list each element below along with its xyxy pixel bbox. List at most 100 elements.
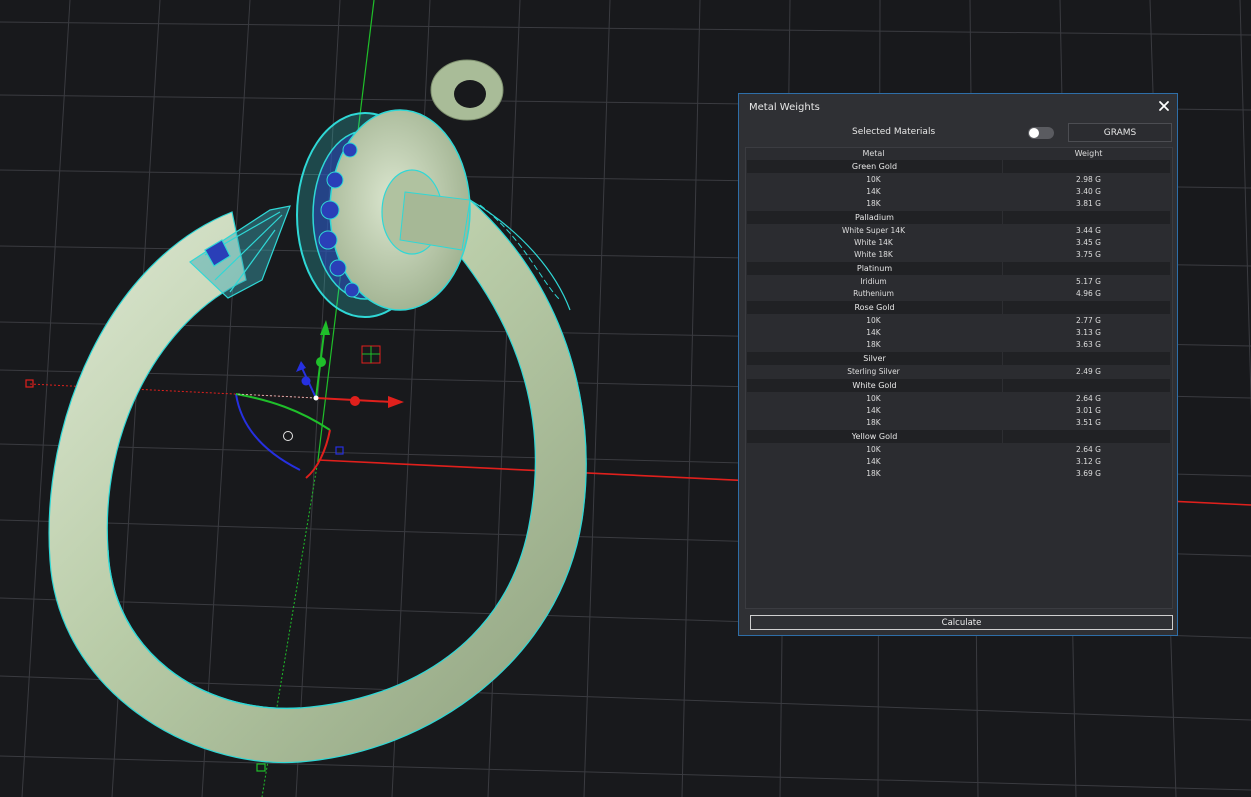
- group-name: Yellow Gold: [851, 432, 898, 441]
- weight-cell: 2.77 G: [1076, 316, 1101, 325]
- table-row[interactable]: 18K 3.51 G: [746, 416, 1172, 428]
- column-divider: [1002, 352, 1003, 365]
- metal-group: White Gold 10K 2.64 G 14K 3.01 G 18K 3.51 G: [746, 379, 1172, 430]
- metal-cell: 10K: [866, 394, 881, 403]
- weight-cell: 3.44 G: [1076, 226, 1101, 235]
- metal-cell: 10K: [866, 445, 881, 454]
- metal-cell: 14K: [866, 328, 881, 337]
- group-name: Green Gold: [851, 162, 898, 171]
- toggle-knob: [1029, 128, 1039, 138]
- table-row[interactable]: 18K 3.81 G: [746, 197, 1172, 209]
- weights-table: Metal Weight Green Gold 10K 2.98 G 14K 3.40 …: [745, 147, 1173, 609]
- column-divider: [1002, 301, 1003, 314]
- table-row[interactable]: 18K 3.69 G: [746, 467, 1172, 479]
- group-header: Palladium: [747, 211, 1170, 224]
- metal-cell: 18K: [866, 340, 881, 349]
- metal-cell: 14K: [866, 406, 881, 415]
- y-handle[interactable]: [316, 357, 326, 367]
- table-row[interactable]: 14K 3.01 G: [746, 404, 1172, 416]
- table-row[interactable]: 18K 3.63 G: [746, 338, 1172, 350]
- weight-cell: 2.64 G: [1076, 445, 1101, 454]
- table-row[interactable]: White 14K 3.45 G: [746, 236, 1172, 248]
- metal-cell: 10K: [866, 175, 881, 184]
- weight-cell: 3.51 G: [1076, 418, 1101, 427]
- table-row[interactable]: Ruthenium 4.96 G: [746, 287, 1172, 299]
- metal-cell: 18K: [866, 199, 881, 208]
- group-header: Silver: [747, 352, 1170, 365]
- group-name: Palladium: [855, 213, 894, 222]
- metal-column-header: Metal: [862, 149, 885, 158]
- group-header: White Gold: [747, 379, 1170, 392]
- metal-group: Palladium White Super 14K 3.44 G White 14K 3…: [746, 211, 1172, 262]
- metal-cell: 14K: [866, 187, 881, 196]
- x-handle[interactable]: [350, 396, 360, 406]
- table-row[interactable]: 14K 3.40 G: [746, 185, 1172, 197]
- weight-cell: 3.63 G: [1076, 340, 1101, 349]
- table-row[interactable]: 14K 3.12 G: [746, 455, 1172, 467]
- table-row[interactable]: White 18K 3.75 G: [746, 248, 1172, 260]
- group-header: Rose Gold: [747, 301, 1170, 314]
- weight-cell: 3.81 G: [1076, 199, 1101, 208]
- metal-weights-panel: Metal Weights Selected Materials GRAMS M…: [738, 93, 1178, 636]
- weight-cell: 3.40 G: [1076, 187, 1101, 196]
- metal-group: Platinum Iridium 5.17 G Ruthenium 4.96 G: [746, 262, 1172, 301]
- table-row[interactable]: Iridium 5.17 G: [746, 275, 1172, 287]
- group-header: Green Gold: [747, 160, 1170, 173]
- group-header: Yellow Gold: [747, 430, 1170, 443]
- metal-cell: Ruthenium: [853, 289, 894, 298]
- table-header: Metal Weight: [746, 148, 1172, 160]
- metal-group: Green Gold 10K 2.98 G 14K 3.40 G 18K 3.81 G: [746, 160, 1172, 211]
- column-divider: [1002, 211, 1003, 224]
- metal-cell: Sterling Silver: [847, 367, 900, 376]
- group-name: White Gold: [852, 381, 897, 390]
- metal-cell: 14K: [866, 457, 881, 466]
- pendant-bail[interactable]: [430, 59, 504, 121]
- metal-cell: 10K: [866, 316, 881, 325]
- weight-cell: 3.75 G: [1076, 250, 1101, 259]
- weight-cell: 3.69 G: [1076, 469, 1101, 478]
- table-row[interactable]: 10K 2.64 G: [746, 443, 1172, 455]
- table-row[interactable]: Sterling Silver 2.49 G: [746, 365, 1172, 377]
- close-icon[interactable]: [1157, 99, 1171, 113]
- weight-cell: 3.45 G: [1076, 238, 1101, 247]
- calculate-button[interactable]: Calculate: [750, 615, 1173, 630]
- weight-cell: 2.64 G: [1076, 394, 1101, 403]
- table-row[interactable]: White Super 14K 3.44 G: [746, 224, 1172, 236]
- group-name: Silver: [863, 354, 886, 363]
- z-handle[interactable]: [301, 376, 311, 386]
- weight-cell: 5.17 G: [1076, 277, 1101, 286]
- metal-group: Silver Sterling Silver 2.49 G: [746, 352, 1172, 379]
- column-divider: [1002, 430, 1003, 443]
- weight-cell: 3.13 G: [1076, 328, 1101, 337]
- column-divider: [1002, 160, 1003, 173]
- metal-group: Rose Gold 10K 2.77 G 14K 3.13 G 18K 3.63 G: [746, 301, 1172, 352]
- column-divider: [1002, 262, 1003, 275]
- weight-cell: 2.49 G: [1076, 367, 1101, 376]
- metal-cell: White Super 14K: [841, 226, 905, 235]
- group-name: Rose Gold: [854, 303, 895, 312]
- metal-cell: 18K: [866, 469, 881, 478]
- options-row: Selected Materials GRAMS: [739, 122, 1177, 144]
- group-name: Platinum: [856, 264, 893, 273]
- column-divider: [1002, 379, 1003, 392]
- table-row[interactable]: 10K 2.77 G: [746, 314, 1172, 326]
- metal-cell: White 14K: [854, 238, 893, 247]
- table-row[interactable]: 10K 2.64 G: [746, 392, 1172, 404]
- selected-materials-label: Selected Materials: [852, 127, 936, 137]
- metal-cell: Iridium: [860, 277, 887, 286]
- table-row[interactable]: 14K 3.13 G: [746, 326, 1172, 338]
- weight-cell: 4.96 G: [1076, 289, 1101, 298]
- panel-titlebar[interactable]: Metal Weights: [739, 94, 1177, 120]
- table-row[interactable]: 10K 2.98 G: [746, 173, 1172, 185]
- group-header: Platinum: [747, 262, 1170, 275]
- unit-button[interactable]: GRAMS: [1068, 123, 1172, 142]
- weight-cell: 3.12 G: [1076, 457, 1101, 466]
- metal-cell: 18K: [866, 418, 881, 427]
- metal-group: Yellow Gold 10K 2.64 G 14K 3.12 G 18K 3.69 G: [746, 430, 1172, 481]
- selected-materials-toggle[interactable]: [1028, 127, 1054, 139]
- weight-column-header: Weight: [1074, 149, 1103, 158]
- metal-cell: White 18K: [854, 250, 893, 259]
- panel-title: Metal Weights: [749, 102, 820, 113]
- weight-cell: 3.01 G: [1076, 406, 1101, 415]
